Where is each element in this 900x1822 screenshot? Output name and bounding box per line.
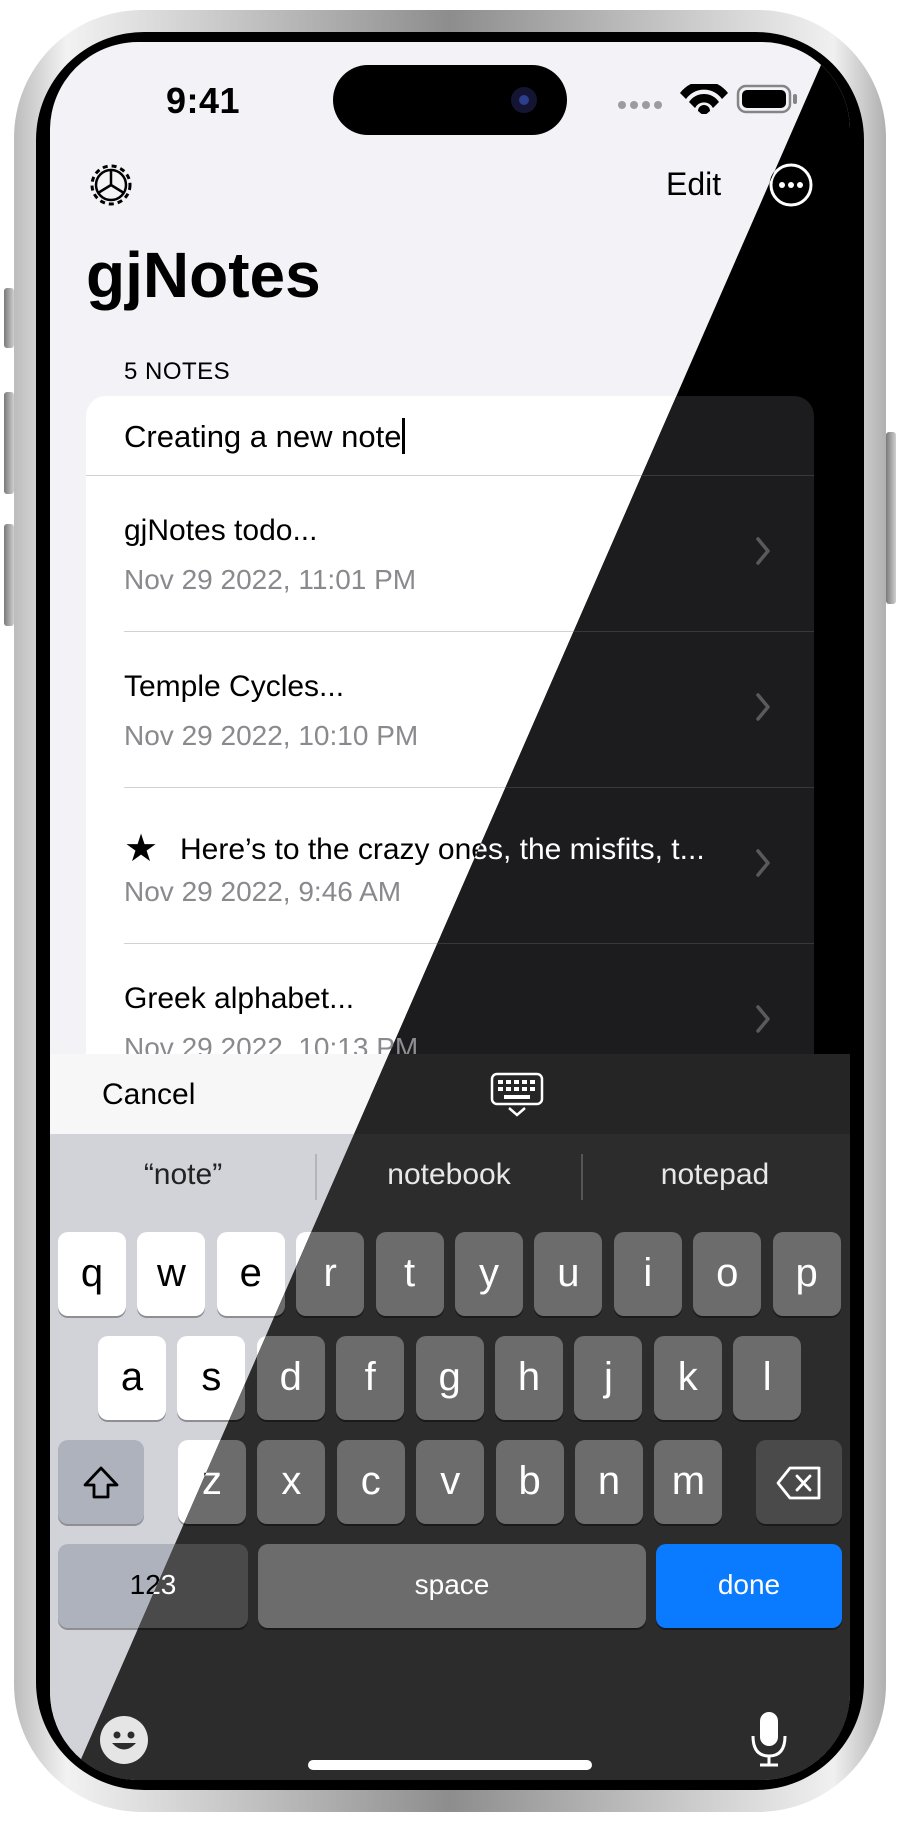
note-title-text: gjNotes todo... — [124, 514, 318, 547]
key-k[interactable]: k — [653, 1336, 722, 1420]
chevron-right-icon — [756, 1005, 770, 1033]
note-date: Nov 29 2022, 11:01 PM — [124, 564, 417, 595]
key-v[interactable]: v — [416, 1440, 485, 1524]
suggestion-divider — [581, 1154, 583, 1200]
key-a[interactable]: a — [98, 1336, 166, 1420]
key-t[interactable]: t — [375, 1232, 444, 1316]
key-w[interactable]: w — [137, 1232, 206, 1316]
key-i[interactable]: i — [613, 1232, 682, 1316]
page-title: gjNotes — [86, 239, 321, 311]
cancel-button[interactable]: Cancel — [102, 1078, 195, 1112]
volume-up-button — [4, 392, 14, 494]
key-o[interactable]: o — [693, 1232, 762, 1316]
space-key[interactable]: space — [258, 1544, 646, 1628]
key-p[interactable]: p — [772, 1232, 841, 1316]
screen: 9:41 Edit gjNotes 5 NOTES Creating a new not… — [50, 42, 850, 1780]
suggestion[interactable]: notebook — [316, 1158, 582, 1192]
dynamic-island — [333, 65, 567, 135]
key-c[interactable]: c — [336, 1440, 405, 1524]
keyboard-dismiss-icon[interactable] — [490, 1072, 544, 1118]
delete-key[interactable] — [756, 1440, 842, 1524]
note-title: Greek alphabet... — [124, 982, 354, 1016]
note-date: Nov 29 2022, 9:46 AM — [124, 876, 402, 907]
key-l[interactable]: l — [733, 1336, 802, 1420]
text-cursor — [402, 418, 406, 454]
key-m[interactable]: m — [654, 1440, 723, 1524]
cellular-icon — [618, 101, 662, 109]
gear-icon[interactable] — [88, 162, 134, 208]
suggestion[interactable]: “note” — [50, 1158, 316, 1192]
key-y[interactable]: y — [455, 1232, 523, 1316]
status-time: 9:41 — [166, 80, 241, 121]
key-g[interactable]: g — [415, 1336, 484, 1420]
key-j[interactable]: j — [574, 1336, 643, 1420]
key-f[interactable]: f — [336, 1336, 405, 1420]
shift-key[interactable] — [58, 1440, 144, 1524]
power-button — [886, 432, 896, 604]
key-d[interactable]: d — [256, 1336, 325, 1420]
home-indicator — [308, 1760, 592, 1770]
suggestion[interactable]: notepad — [582, 1158, 848, 1192]
chevron-right-icon — [756, 849, 770, 877]
key-q[interactable]: q — [58, 1232, 126, 1316]
star-icon: ★ — [124, 828, 159, 870]
key-b[interactable]: b — [495, 1440, 564, 1524]
shift-icon — [83, 1467, 119, 1499]
delete-icon — [776, 1467, 821, 1500]
note-title: Temple Cycles... — [124, 670, 344, 704]
emoji-icon[interactable] — [100, 1716, 148, 1764]
key-x[interactable]: x — [257, 1440, 326, 1524]
key-e[interactable]: e — [216, 1232, 285, 1316]
key-r[interactable]: r — [296, 1232, 365, 1316]
volume-down-button — [4, 524, 14, 626]
note-title-text: Temple Cycles... — [124, 670, 345, 703]
edit-button[interactable]: Edit — [666, 166, 721, 203]
note-date: Nov 29 2022, 10:10 PM — [124, 720, 419, 751]
battery-icon — [736, 84, 797, 114]
key-n[interactable]: n — [575, 1440, 643, 1524]
key-u[interactable]: u — [534, 1232, 603, 1316]
new-note-text: Creating a new note — [124, 419, 402, 454]
note-title: gjNotes todo... — [124, 514, 317, 548]
suggestion-divider — [315, 1154, 317, 1200]
chevron-right-icon — [756, 537, 770, 565]
mic-icon[interactable] — [750, 1710, 788, 1768]
chevron-right-icon — [756, 693, 770, 721]
wifi-icon — [680, 84, 728, 114]
status-icons — [618, 84, 797, 114]
key-h[interactable]: h — [495, 1336, 563, 1420]
new-note-input[interactable]: Creating a new note — [124, 418, 406, 455]
note-title-text: Greek alphabet... — [124, 982, 355, 1015]
camera — [511, 87, 537, 113]
action-button — [4, 288, 14, 348]
done-key[interactable]: done — [656, 1544, 842, 1628]
notes-count-header: 5 NOTES — [124, 358, 231, 385]
